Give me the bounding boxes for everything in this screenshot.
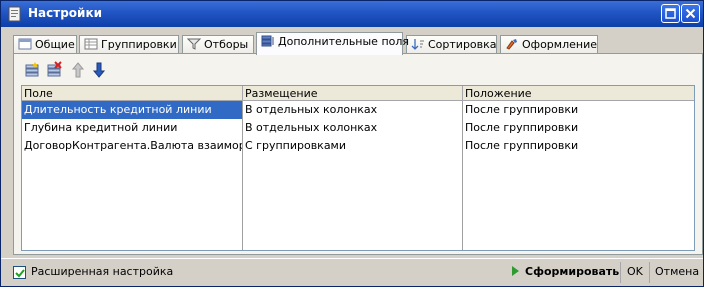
table-cell[interactable]: Глубина кредитной линии <box>22 119 242 137</box>
ok-button[interactable]: OK <box>624 262 646 282</box>
generate-button[interactable]: Сформировать <box>508 262 625 282</box>
table-row[interactable]: Глубина кредитной линии В отдельных коло… <box>22 119 694 137</box>
delete-row-icon[interactable] <box>46 61 64 79</box>
column-header-position[interactable]: Положение <box>463 86 694 101</box>
general-icon <box>18 38 32 50</box>
sort-icon <box>411 39 424 50</box>
dialog-body: Общие Группировки Отборы Дополнительные … <box>5 31 703 255</box>
move-up-icon[interactable] <box>69 61 87 79</box>
tab-strip: Общие Группировки Отборы Дополнительные … <box>13 32 703 55</box>
restore-button[interactable] <box>661 4 680 23</box>
tab-label: Отборы <box>204 38 249 51</box>
advanced-settings-label[interactable]: Расширенная настройка <box>31 265 173 278</box>
table-cell[interactable]: ДоговорКонтрагента.Валюта взаиморас... <box>22 137 242 155</box>
column-header-placement[interactable]: Размещение <box>243 86 463 101</box>
settings-icon <box>8 6 21 22</box>
advanced-settings-checkbox[interactable] <box>13 266 26 279</box>
table-row[interactable]: Длительность кредитной линии В отдельных… <box>22 101 694 119</box>
play-icon <box>512 266 519 276</box>
generate-label: Сформировать <box>525 265 620 278</box>
tab-label: Группировки <box>101 38 177 51</box>
restore-icon <box>665 8 676 19</box>
tab-appearance[interactable]: Оформление <box>500 35 598 55</box>
table-cell[interactable]: Длительность кредитной линии <box>22 101 242 119</box>
table-cell[interactable]: После группировки <box>463 119 693 137</box>
tab-label: Оформление <box>522 38 597 51</box>
settings-window: Настройки Общие Группировки Отборы Допол… <box>0 0 704 287</box>
appearance-icon <box>506 39 517 50</box>
title-bar: Настройки <box>1 1 703 27</box>
additional-fields-icon <box>261 35 274 47</box>
table-cell[interactable]: После группировки <box>463 137 693 155</box>
tab-sorting[interactable]: Сортировка <box>406 35 497 55</box>
tab-label: Сортировка <box>428 38 497 51</box>
tab-label: Общие <box>35 38 75 51</box>
table-header: Поле Размещение Положение <box>22 86 694 101</box>
tab-general[interactable]: Общие <box>13 35 77 55</box>
additional-fields-panel: Поле Размещение Положение Длительность к… <box>13 53 703 255</box>
column-header-field[interactable]: Поле <box>22 86 243 101</box>
toolbar-separator <box>620 262 621 283</box>
tab-groupings[interactable]: Группировки <box>79 35 179 55</box>
table-cell[interactable]: В отдельных колонках <box>243 119 462 137</box>
tab-label: Дополнительные поля <box>278 35 410 48</box>
checkmark-icon <box>15 269 25 278</box>
close-button[interactable] <box>681 4 700 23</box>
add-row-icon[interactable] <box>24 61 42 79</box>
window-title: Настройки <box>28 6 103 20</box>
tab-additional-fields[interactable]: Дополнительные поля <box>256 32 409 55</box>
toolbar-separator <box>649 262 650 283</box>
table-cell[interactable]: В отдельных колонках <box>243 101 462 119</box>
close-icon <box>685 8 696 19</box>
fields-table: Поле Размещение Положение Длительность к… <box>21 85 695 251</box>
footer-bar: Расширенная настройка Сформировать OK От… <box>1 258 703 286</box>
table-row[interactable]: ДоговорКонтрагента.Валюта взаиморас... С… <box>22 137 694 155</box>
tab-filters[interactable]: Отборы <box>182 35 254 55</box>
filter-icon <box>187 38 201 50</box>
table-cell[interactable]: С группировками <box>243 137 462 155</box>
cancel-button[interactable]: Отмена <box>652 262 702 282</box>
table-cell[interactable]: После группировки <box>463 101 693 119</box>
groupings-icon <box>84 38 98 50</box>
move-down-icon[interactable] <box>90 61 108 79</box>
